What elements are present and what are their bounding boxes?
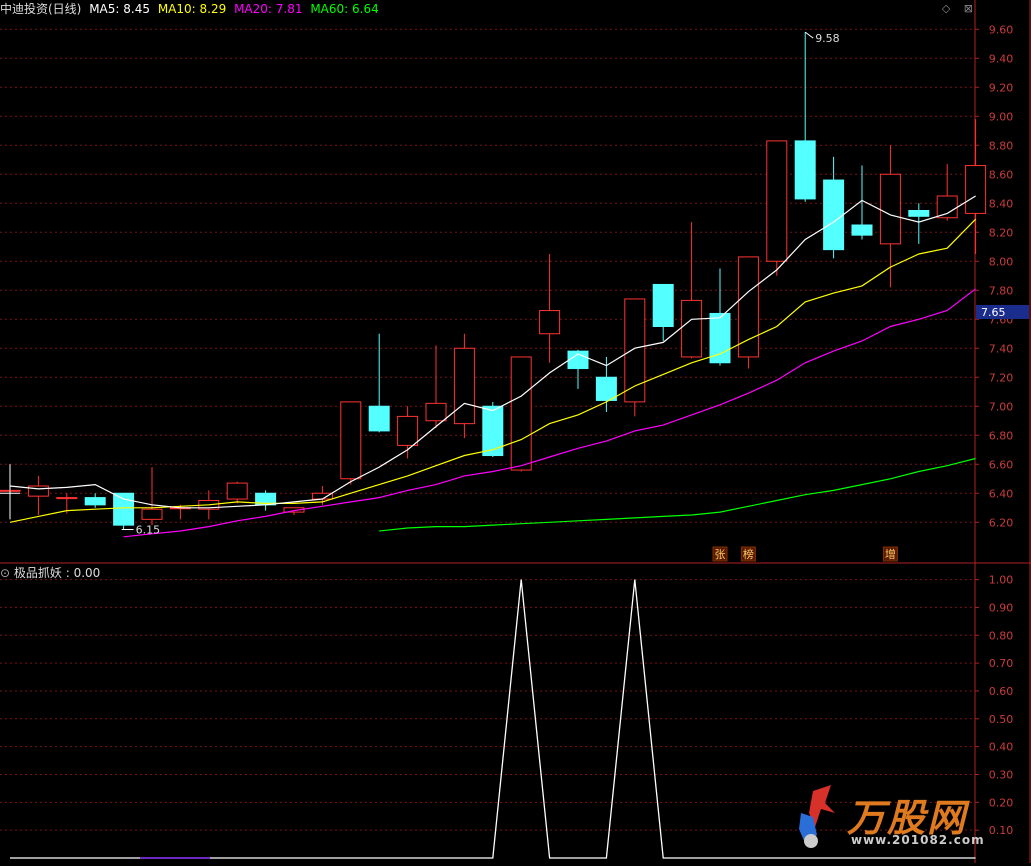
stock-title[interactable]: 中迪投资(日线) bbox=[0, 2, 81, 16]
y-tick-label: 8.80 bbox=[989, 139, 1014, 152]
candle-body[interactable] bbox=[965, 165, 987, 214]
y-tick-label: 7.80 bbox=[989, 284, 1014, 297]
y-tick-label: 7.40 bbox=[989, 342, 1014, 355]
y-tick-label: 6.40 bbox=[989, 487, 1014, 500]
logo-url: www.201082.com bbox=[851, 833, 985, 847]
candle-body[interactable] bbox=[595, 376, 617, 401]
candle-body[interactable] bbox=[510, 356, 532, 471]
y-tick-label: 8.20 bbox=[989, 226, 1014, 239]
candle-body[interactable] bbox=[141, 508, 163, 520]
candle-body[interactable] bbox=[340, 401, 362, 480]
indicator-label: 极品抓妖 : 0.00 bbox=[13, 566, 101, 580]
indicator-tick-label: 0.80 bbox=[989, 629, 1014, 642]
diamond-icon[interactable]: ◇ bbox=[942, 2, 950, 15]
ma10-legend: MA10: 8.29 bbox=[157, 2, 227, 16]
candle-body[interactable] bbox=[84, 497, 106, 506]
candle-body[interactable] bbox=[737, 256, 759, 358]
candle-body[interactable] bbox=[709, 312, 731, 364]
event-marker-text: 张 bbox=[715, 548, 726, 561]
candle-body[interactable] bbox=[425, 402, 447, 422]
candle-body[interactable] bbox=[27, 485, 49, 497]
y-tick-label: 9.00 bbox=[989, 110, 1014, 123]
candle-body[interactable] bbox=[851, 224, 873, 236]
ma10-line bbox=[9, 218, 977, 523]
main-chart-header: 中迪投资(日线) MA5: 8.45 MA10: 8.29 MA20: 7.81… bbox=[0, 0, 383, 18]
indicator-tick-label: 0.30 bbox=[989, 768, 1014, 781]
indicator-tick-label: 1.00 bbox=[989, 574, 1014, 587]
indicator-tick-label: 0.50 bbox=[989, 713, 1014, 726]
indicator-header: ⊙ 极品抓妖 : 0.00 bbox=[0, 565, 100, 581]
candle-body[interactable] bbox=[936, 195, 958, 219]
candle-body[interactable] bbox=[113, 492, 135, 526]
y-tick-label: 8.00 bbox=[989, 255, 1014, 268]
y-tick-label: 7.00 bbox=[989, 400, 1014, 413]
y-tick-label: 8.40 bbox=[989, 197, 1014, 210]
indicator-tick-label: 0.40 bbox=[989, 741, 1014, 754]
kline-chart[interactable]: 9.60 9.40 9.20 9.00 8.80 8.60 8.40 8.20 8.00 7.80… bbox=[0, 0, 1031, 863]
brand-logo: 万股网 www.201082.com bbox=[791, 783, 1021, 855]
y-tick-label: 9.40 bbox=[989, 52, 1014, 65]
candle-body[interactable] bbox=[453, 347, 475, 425]
window-controls: ◇ ⊠ bbox=[932, 2, 973, 15]
candle-body[interactable] bbox=[766, 140, 788, 262]
indicator-tick-label: 0.70 bbox=[989, 657, 1014, 670]
candle-body[interactable] bbox=[908, 210, 930, 217]
candle-body[interactable] bbox=[652, 283, 674, 328]
candle-body[interactable] bbox=[539, 310, 561, 335]
candle-body[interactable] bbox=[56, 497, 78, 500]
low-price-label: 6.15 bbox=[136, 524, 161, 537]
y-tick-label: 9.20 bbox=[989, 81, 1014, 94]
candle-body[interactable] bbox=[794, 140, 816, 200]
high-price-label: 9.58 bbox=[815, 32, 840, 45]
square-close-icon[interactable]: ⊠ bbox=[964, 2, 973, 15]
chart-window: 9.60 9.40 9.20 9.00 8.80 8.60 8.40 8.20 8.00 7.80… bbox=[0, 0, 1031, 863]
y-tick-label: 6.60 bbox=[989, 458, 1014, 471]
indicator-tick-label: 0.60 bbox=[989, 685, 1014, 698]
ma20-legend: MA20: 7.81 bbox=[234, 2, 303, 16]
y-tick-label: 6.20 bbox=[989, 516, 1014, 529]
candle-body[interactable] bbox=[879, 173, 901, 245]
high-pointer bbox=[804, 31, 814, 39]
circle-chevron-icon[interactable]: ⊙ bbox=[0, 566, 10, 580]
candle-body[interactable] bbox=[397, 415, 419, 446]
y-tick-label: 7.20 bbox=[989, 371, 1014, 384]
indicator-tick-label: 0.90 bbox=[989, 601, 1014, 614]
y-tick-label: 9.60 bbox=[989, 23, 1014, 36]
event-marker-text: 增 bbox=[885, 547, 896, 561]
ma5-legend: MA5: 8.45 bbox=[89, 2, 150, 16]
candle-body[interactable] bbox=[823, 179, 845, 251]
event-marker-text: 榜 bbox=[743, 547, 754, 561]
candle-body[interactable] bbox=[482, 405, 504, 457]
ma60-legend: MA60: 6.64 bbox=[310, 2, 379, 16]
logo-emblem-icon bbox=[799, 785, 835, 848]
ma60-line bbox=[379, 457, 976, 532]
y-tick-label: 6.80 bbox=[989, 429, 1014, 442]
candle-body[interactable] bbox=[681, 299, 703, 358]
candle-body[interactable] bbox=[226, 482, 248, 500]
y-tick-label: 8.60 bbox=[989, 168, 1014, 181]
candle-body[interactable] bbox=[368, 405, 390, 432]
current-price-value: 7.65 bbox=[981, 306, 1006, 319]
